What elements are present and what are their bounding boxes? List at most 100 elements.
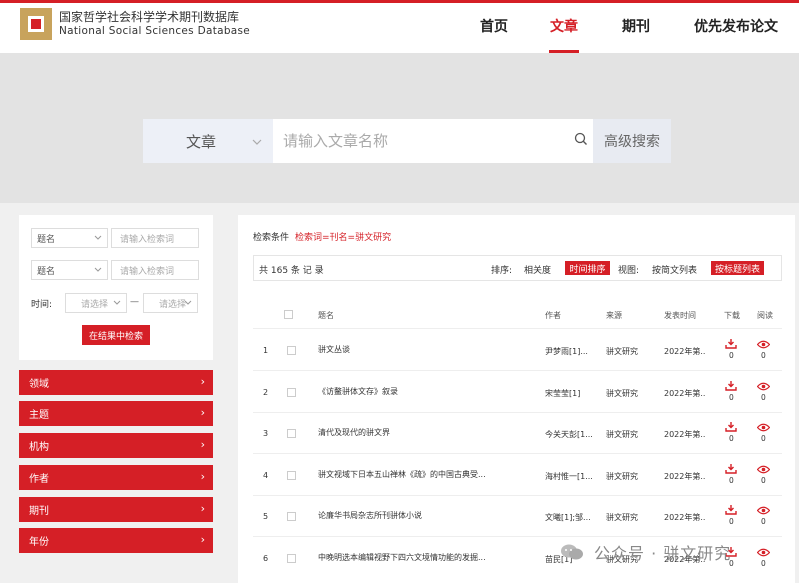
filter-field1-input[interactable]: 请输入检索词 bbox=[111, 228, 199, 248]
total-count: 共 165 条 记 录 bbox=[259, 266, 324, 276]
row-source[interactable]: 骈文研究 bbox=[606, 388, 638, 399]
refine-search-button[interactable]: 在结果中检索 bbox=[82, 325, 150, 345]
download-icon[interactable] bbox=[725, 376, 737, 391]
search-type-select[interactable]: 文章 bbox=[143, 119, 273, 163]
row-author[interactable]: 宋莹莹[1] bbox=[545, 388, 597, 399]
row-title-link[interactable]: 中晚明选本编辑视野下四六文境情功能的发掘... bbox=[318, 552, 490, 563]
search-icon[interactable] bbox=[574, 132, 588, 146]
download-icon[interactable] bbox=[725, 334, 737, 349]
row-source[interactable]: 骈文研究 bbox=[606, 429, 638, 440]
sort-bar bbox=[253, 255, 782, 281]
download-icon[interactable] bbox=[725, 459, 737, 474]
category-label: 年份 bbox=[29, 537, 49, 548]
row-author[interactable]: 海村惟一[1... bbox=[545, 471, 597, 482]
row-source[interactable]: 骈文研究 bbox=[606, 346, 638, 357]
row-date: 2022年第... bbox=[664, 472, 706, 481]
chevron-right-icon: › bbox=[200, 406, 205, 419]
chevron-down-icon bbox=[94, 267, 102, 272]
time-from-label: 请选择 bbox=[81, 299, 109, 310]
eye-icon[interactable] bbox=[756, 334, 771, 349]
row-title-link[interactable]: 骈文丛谈 bbox=[318, 344, 490, 355]
category-label: 作者 bbox=[29, 474, 49, 485]
eye-icon[interactable] bbox=[756, 542, 771, 557]
read-count: 0 bbox=[761, 351, 766, 360]
row-checkbox[interactable] bbox=[287, 346, 296, 355]
row-checkbox[interactable] bbox=[287, 429, 296, 438]
row-number: 3 bbox=[263, 429, 269, 438]
row-checkbox[interactable] bbox=[287, 471, 296, 480]
row-number: 2 bbox=[263, 388, 269, 397]
row-title-link[interactable]: 《访鳌骈体文存》叙录 bbox=[318, 386, 490, 397]
nav-articles[interactable]: 文章 bbox=[550, 16, 578, 36]
time-to-select[interactable]: 请选择 bbox=[143, 293, 198, 313]
sort-time-button[interactable]: 时间排序 bbox=[565, 261, 610, 275]
eye-icon[interactable] bbox=[756, 417, 771, 432]
row-divider bbox=[253, 370, 782, 371]
download-count: 0 bbox=[729, 476, 734, 485]
chevron-right-icon: › bbox=[200, 533, 205, 546]
view-title-button[interactable]: 按标题列表 bbox=[711, 261, 764, 275]
row-author[interactable]: 今关天彭[1... bbox=[545, 429, 597, 440]
search-condition: 检索条件 检索词=刊名=骈文研究 bbox=[253, 230, 391, 243]
row-title-link[interactable]: 论廉华书局杂志所刊骈体小说 bbox=[318, 510, 490, 521]
filter-field2-label: 题名 bbox=[37, 266, 56, 277]
row-divider bbox=[253, 412, 782, 413]
row-checkbox[interactable] bbox=[287, 388, 296, 397]
row-date: 2022年第... bbox=[664, 347, 706, 356]
download-icon[interactable] bbox=[725, 417, 737, 432]
filter-field2-select[interactable]: 题名 bbox=[31, 260, 108, 280]
row-title-link[interactable]: 清代及现代的骈文界 bbox=[318, 427, 490, 438]
select-all-checkbox[interactable] bbox=[284, 310, 293, 319]
category-topic[interactable]: 主题 › bbox=[19, 401, 213, 426]
chevron-right-icon: › bbox=[200, 470, 205, 483]
download-count: 0 bbox=[729, 434, 734, 443]
category-journal[interactable]: 期刊 › bbox=[19, 497, 213, 522]
eye-icon[interactable] bbox=[756, 500, 771, 515]
chevron-down-icon bbox=[252, 139, 262, 145]
filter-field1-select[interactable]: 题名 bbox=[31, 228, 108, 248]
row-author[interactable]: 文曦[1];邹... bbox=[545, 512, 597, 523]
nav-journals[interactable]: 期刊 bbox=[622, 16, 650, 36]
row-divider bbox=[253, 328, 782, 329]
download-icon[interactable] bbox=[725, 500, 737, 515]
filter-field2-input[interactable]: 请输入检索词 bbox=[111, 260, 199, 280]
row-source[interactable]: 骈文研究 bbox=[606, 471, 638, 482]
category-field[interactable]: 领域 › bbox=[19, 370, 213, 395]
row-author[interactable]: 尹梦雨[1]... bbox=[545, 346, 597, 357]
search-input[interactable] bbox=[273, 119, 593, 163]
row-checkbox[interactable] bbox=[287, 554, 296, 563]
row-number: 5 bbox=[263, 512, 269, 521]
nav-priority-papers[interactable]: 优先发布论文 bbox=[694, 16, 778, 36]
row-number: 6 bbox=[263, 554, 269, 563]
header-source: 来源 bbox=[606, 311, 622, 320]
logo-icon[interactable] bbox=[20, 8, 52, 40]
category-author[interactable]: 作者 › bbox=[19, 465, 213, 490]
time-from-select[interactable]: 请选择 bbox=[65, 293, 127, 313]
category-label: 机构 bbox=[29, 442, 49, 453]
download-count: 0 bbox=[729, 393, 734, 402]
condition-label: 检索条件 bbox=[253, 233, 290, 243]
wechat-icon bbox=[561, 544, 583, 560]
category-institution[interactable]: 机构 › bbox=[19, 433, 213, 458]
advanced-search-button[interactable]: 高级搜索 bbox=[593, 119, 671, 163]
row-divider bbox=[253, 453, 782, 454]
sort-relevance[interactable]: 相关度 bbox=[524, 263, 551, 276]
eye-icon[interactable] bbox=[756, 376, 771, 391]
read-count: 0 bbox=[761, 476, 766, 485]
row-date: 2022年第... bbox=[664, 389, 706, 398]
view-list-option[interactable]: 按简文列表 bbox=[652, 263, 697, 276]
brand-name-en: National Social Sciences Database bbox=[59, 25, 251, 37]
row-source[interactable]: 骈文研究 bbox=[606, 512, 638, 523]
view-label: 视图: bbox=[618, 266, 640, 276]
row-checkbox[interactable] bbox=[287, 512, 296, 521]
row-divider bbox=[253, 536, 782, 537]
nav-home[interactable]: 首页 bbox=[480, 16, 508, 36]
read-count: 0 bbox=[761, 434, 766, 443]
category-year[interactable]: 年份 › bbox=[19, 528, 213, 553]
download-count: 0 bbox=[729, 351, 734, 360]
row-title-link[interactable]: 骈文视域下日本五山禅林《疏》的中国古典受... bbox=[318, 469, 490, 480]
sort-label: 排序: bbox=[491, 266, 513, 276]
row-divider bbox=[253, 495, 782, 496]
row-date: 2022年第... bbox=[664, 513, 706, 522]
eye-icon[interactable] bbox=[756, 459, 771, 474]
